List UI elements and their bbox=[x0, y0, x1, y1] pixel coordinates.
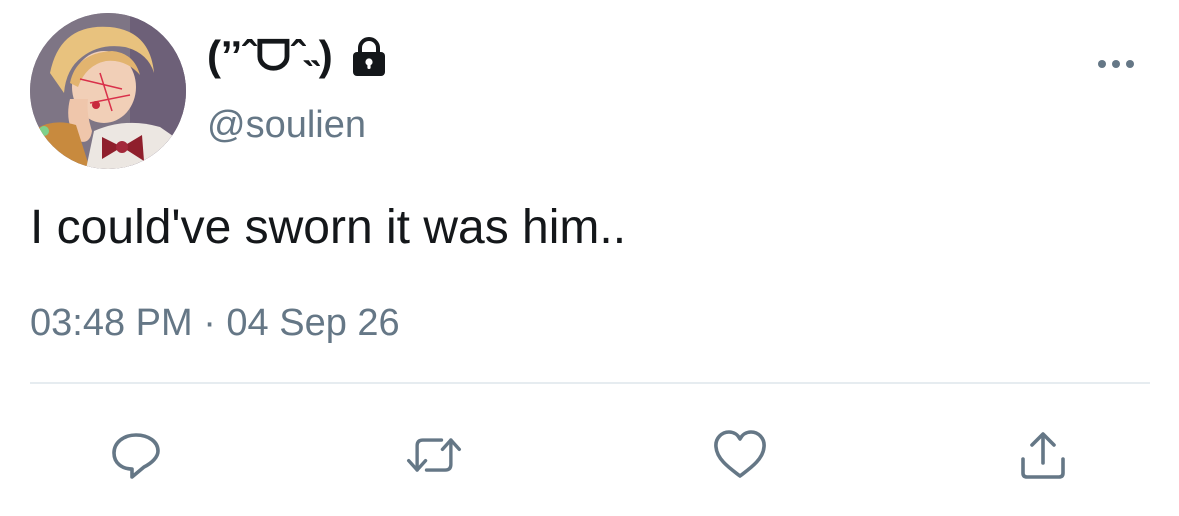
avatar[interactable] bbox=[30, 13, 186, 169]
lock-icon bbox=[352, 37, 385, 76]
heart-icon bbox=[714, 430, 766, 478]
retweet-button[interactable] bbox=[404, 425, 464, 485]
share-icon bbox=[1021, 432, 1065, 479]
retweet-icon bbox=[407, 438, 461, 472]
more-options-icon bbox=[1098, 60, 1134, 68]
display-name[interactable]: (ˮˆᗜˆ˵) bbox=[207, 28, 333, 84]
share-button[interactable] bbox=[1013, 425, 1073, 485]
reply-icon bbox=[112, 433, 160, 479]
display-name-row: (ˮˆᗜˆ˵) bbox=[207, 28, 391, 84]
avatar-image bbox=[30, 13, 186, 169]
tweet-text: I could've sworn it was him.. bbox=[30, 201, 627, 254]
reply-button[interactable] bbox=[106, 425, 166, 485]
handle[interactable]: @soulien bbox=[207, 100, 366, 150]
divider bbox=[30, 382, 1150, 384]
more-options-button[interactable] bbox=[1092, 46, 1140, 82]
like-button[interactable] bbox=[710, 425, 770, 485]
timestamp[interactable]: 03:48 PM · 04 Sep 26 bbox=[30, 298, 400, 348]
